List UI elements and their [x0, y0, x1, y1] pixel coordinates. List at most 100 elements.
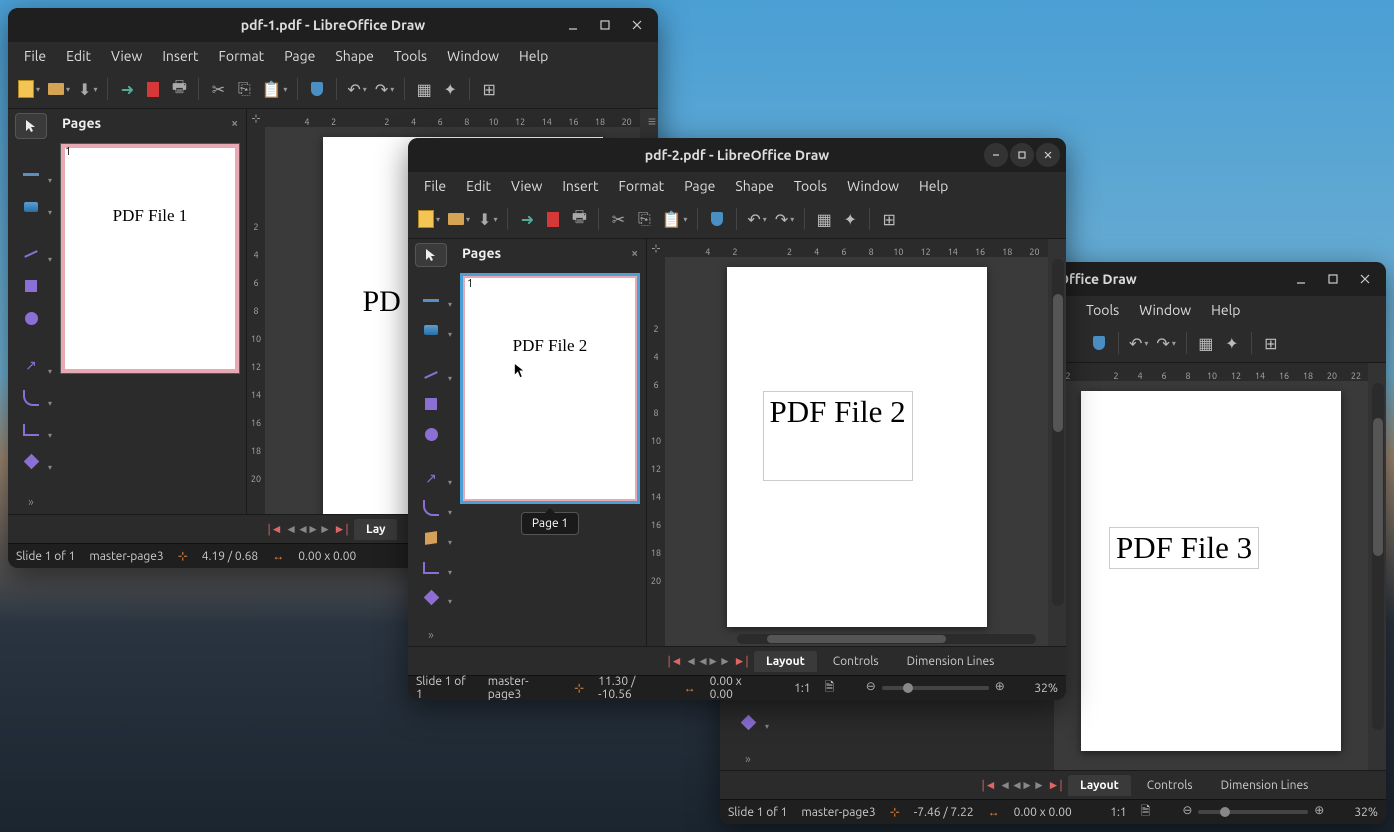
- fill-color-tool[interactable]: ▾: [16, 195, 46, 219]
- tab-controls[interactable]: Controls: [821, 651, 891, 672]
- fill-color-tool[interactable]: ▾: [416, 319, 446, 341]
- more-tools[interactable]: »: [733, 749, 763, 770]
- export-pdf-button[interactable]: [542, 208, 564, 230]
- undo-button[interactable]: ↶▾: [345, 78, 368, 100]
- menu-file[interactable]: File: [16, 46, 54, 66]
- tab-dimension-lines[interactable]: Dimension Lines: [1209, 775, 1321, 796]
- select-tool[interactable]: [415, 243, 447, 267]
- close-panel-icon[interactable]: ×: [631, 247, 638, 260]
- maximize-button[interactable]: [590, 12, 620, 38]
- nav-next[interactable]: ►►: [1024, 777, 1042, 793]
- grid-icon[interactable]: ▦: [413, 78, 435, 100]
- menu-tools[interactable]: Tools: [786, 176, 835, 196]
- menu-shape[interactable]: Shape: [727, 176, 781, 196]
- glue-icon[interactable]: ⊞: [1260, 332, 1282, 354]
- rectangle-tool[interactable]: [16, 274, 46, 298]
- nav-next[interactable]: ►►: [710, 653, 728, 669]
- vertical-scrollbar[interactable]: [1372, 383, 1384, 730]
- maximize-button[interactable]: [1010, 143, 1034, 167]
- basic-shapes-tool[interactable]: ▾: [416, 587, 446, 609]
- redo-button[interactable]: ↷▾: [373, 78, 396, 100]
- menu-shape[interactable]: Shape: [327, 46, 381, 66]
- tab-layout[interactable]: Lay: [354, 519, 397, 540]
- menu-help[interactable]: Help: [511, 46, 556, 66]
- open-button[interactable]: ▾: [446, 208, 472, 230]
- page-thumbnail[interactable]: 1 PDF File 2: [460, 273, 640, 504]
- zoom-slider[interactable]: [882, 686, 989, 690]
- nav-first[interactable]: |◄: [980, 777, 998, 793]
- nav-last[interactable]: ►|: [732, 653, 750, 669]
- redo-button[interactable]: ↷▾: [1154, 332, 1177, 354]
- menu-window[interactable]: Window: [839, 176, 907, 196]
- horizontal-scrollbar[interactable]: [737, 634, 1036, 644]
- export-pdf-button[interactable]: [142, 78, 164, 100]
- menu-format[interactable]: Format: [611, 176, 673, 196]
- print-button[interactable]: 🖶: [568, 208, 590, 230]
- connector-tool[interactable]: ▾: [416, 557, 446, 579]
- nav-first[interactable]: |◄: [666, 653, 684, 669]
- new-button[interactable]: ▾: [416, 208, 442, 230]
- undo-button[interactable]: ↶▾: [745, 208, 768, 230]
- redo-button[interactable]: ↷▾: [773, 208, 796, 230]
- maximize-button[interactable]: [1318, 266, 1348, 292]
- scrollbar-thumb[interactable]: [1053, 294, 1063, 433]
- tab-dimension-lines[interactable]: Dimension Lines: [895, 651, 1007, 672]
- connector-tool-3d[interactable]: ▾: [416, 527, 446, 549]
- snap-icon[interactable]: ✦: [839, 208, 861, 230]
- menu-insert[interactable]: Insert: [554, 176, 606, 196]
- menu-help[interactable]: Help: [911, 176, 956, 196]
- glue-icon[interactable]: ⊞: [878, 208, 900, 230]
- clone-format-icon[interactable]: [706, 208, 728, 230]
- scrollbar-thumb[interactable]: [767, 635, 946, 643]
- line-color-tool[interactable]: ▾: [416, 289, 446, 311]
- undo-button[interactable]: ↶▾: [1127, 332, 1150, 354]
- menu-tools[interactable]: Tools: [1078, 300, 1127, 320]
- new-button[interactable]: ▾: [16, 78, 42, 100]
- cut-button[interactable]: ✂: [207, 78, 229, 100]
- basic-shapes-tool[interactable]: ▾: [16, 450, 46, 474]
- nav-prev[interactable]: ◄◄: [688, 653, 706, 669]
- line-tool[interactable]: ▾: [416, 364, 446, 386]
- arrow-tool[interactable]: ↗▾: [16, 354, 46, 378]
- tab-layout[interactable]: Layout: [1068, 775, 1131, 796]
- menu-insert[interactable]: Insert: [154, 46, 206, 66]
- tab-controls[interactable]: Controls: [1135, 775, 1205, 796]
- line-tool[interactable]: ▾: [16, 242, 46, 266]
- snap-icon[interactable]: ✦: [1221, 332, 1243, 354]
- close-button[interactable]: [1350, 266, 1380, 292]
- grid-icon[interactable]: ▦: [1195, 332, 1217, 354]
- grid-icon[interactable]: ▦: [813, 208, 835, 230]
- rectangle-tool[interactable]: [416, 393, 446, 415]
- connector-tool[interactable]: ▾: [16, 418, 46, 442]
- nav-prev[interactable]: ◄◄: [288, 521, 306, 537]
- menu-view[interactable]: View: [503, 176, 550, 196]
- nav-prev[interactable]: ◄◄: [1002, 777, 1020, 793]
- menu-edit[interactable]: Edit: [458, 176, 499, 196]
- close-button[interactable]: [1036, 143, 1060, 167]
- menu-page[interactable]: Page: [276, 46, 323, 66]
- menu-format[interactable]: Format: [211, 46, 273, 66]
- select-tool[interactable]: [15, 113, 47, 139]
- menu-edit[interactable]: Edit: [58, 46, 99, 66]
- canvas[interactable]: ⊹ 2246810121416182022 24681012141618 PDF…: [1036, 363, 1386, 770]
- curve-tool[interactable]: ▾: [16, 386, 46, 410]
- more-tools[interactable]: »: [16, 490, 46, 514]
- titlebar[interactable]: pdf-1.pdf - LibreOffice Draw: [8, 8, 658, 42]
- document-page[interactable]: PDF File 2: [727, 267, 987, 627]
- snap-icon[interactable]: ✦: [439, 78, 461, 100]
- save-button[interactable]: ⬇▾: [476, 208, 499, 230]
- minimize-button[interactable]: [1286, 266, 1316, 292]
- scrollbar-thumb[interactable]: [1373, 418, 1383, 557]
- minimize-button[interactable]: [984, 143, 1008, 167]
- copy-button[interactable]: ⎘: [233, 78, 255, 100]
- menu-file[interactable]: File: [416, 176, 454, 196]
- line-color-tool[interactable]: ▾: [16, 162, 46, 186]
- minimize-button[interactable]: [558, 12, 588, 38]
- print-button[interactable]: 🖶: [168, 78, 190, 100]
- page-thumbnail[interactable]: 1 PDF File 1: [60, 143, 240, 374]
- nav-last[interactable]: ►|: [332, 521, 350, 537]
- vertical-scrollbar[interactable]: [1052, 259, 1064, 606]
- export-button[interactable]: ➜: [516, 208, 538, 230]
- zoom-slider-thumb[interactable]: [1220, 807, 1230, 817]
- glue-icon[interactable]: ⊞: [478, 78, 500, 100]
